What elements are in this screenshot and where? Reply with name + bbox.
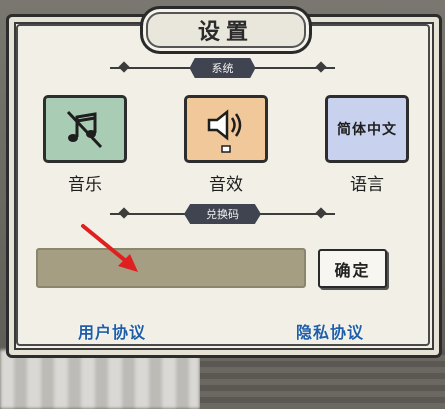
section-label-redeem: 兑换码 (184, 204, 261, 224)
annotation-arrow-icon (81, 224, 138, 272)
title-plaque: 设置 (140, 6, 312, 54)
banner-ornament (118, 207, 130, 219)
blurred-background (0, 350, 200, 409)
music-muted-icon (66, 110, 103, 149)
language-current: 简体中文 (337, 122, 397, 138)
redeem-code-input[interactable] (36, 248, 306, 288)
dialog-title: 设置 (197, 19, 254, 45)
sound-effects-label: 音效 (209, 175, 243, 195)
banner-ornament (315, 61, 327, 73)
banner-ornament (315, 207, 327, 219)
section-banner-system: 系统 (110, 58, 335, 78)
confirm-button[interactable]: 确定 (318, 249, 387, 288)
privacy-agreement-link[interactable]: 隐私协议 (296, 319, 364, 343)
sound-effects-toggle-button[interactable] (184, 95, 268, 163)
section-label-system: 系统 (189, 58, 256, 78)
music-label: 音乐 (68, 175, 102, 195)
user-agreement-link[interactable]: 用户协议 (78, 319, 146, 343)
language-button[interactable]: 简体中文 (325, 95, 409, 163)
banner-ornament (118, 61, 130, 73)
music-toggle-button[interactable] (43, 95, 127, 163)
background-floor (200, 350, 445, 409)
section-banner-redeem: 兑换码 (110, 204, 335, 224)
speaker-icon (207, 109, 242, 153)
language-label: 语言 (350, 175, 384, 195)
